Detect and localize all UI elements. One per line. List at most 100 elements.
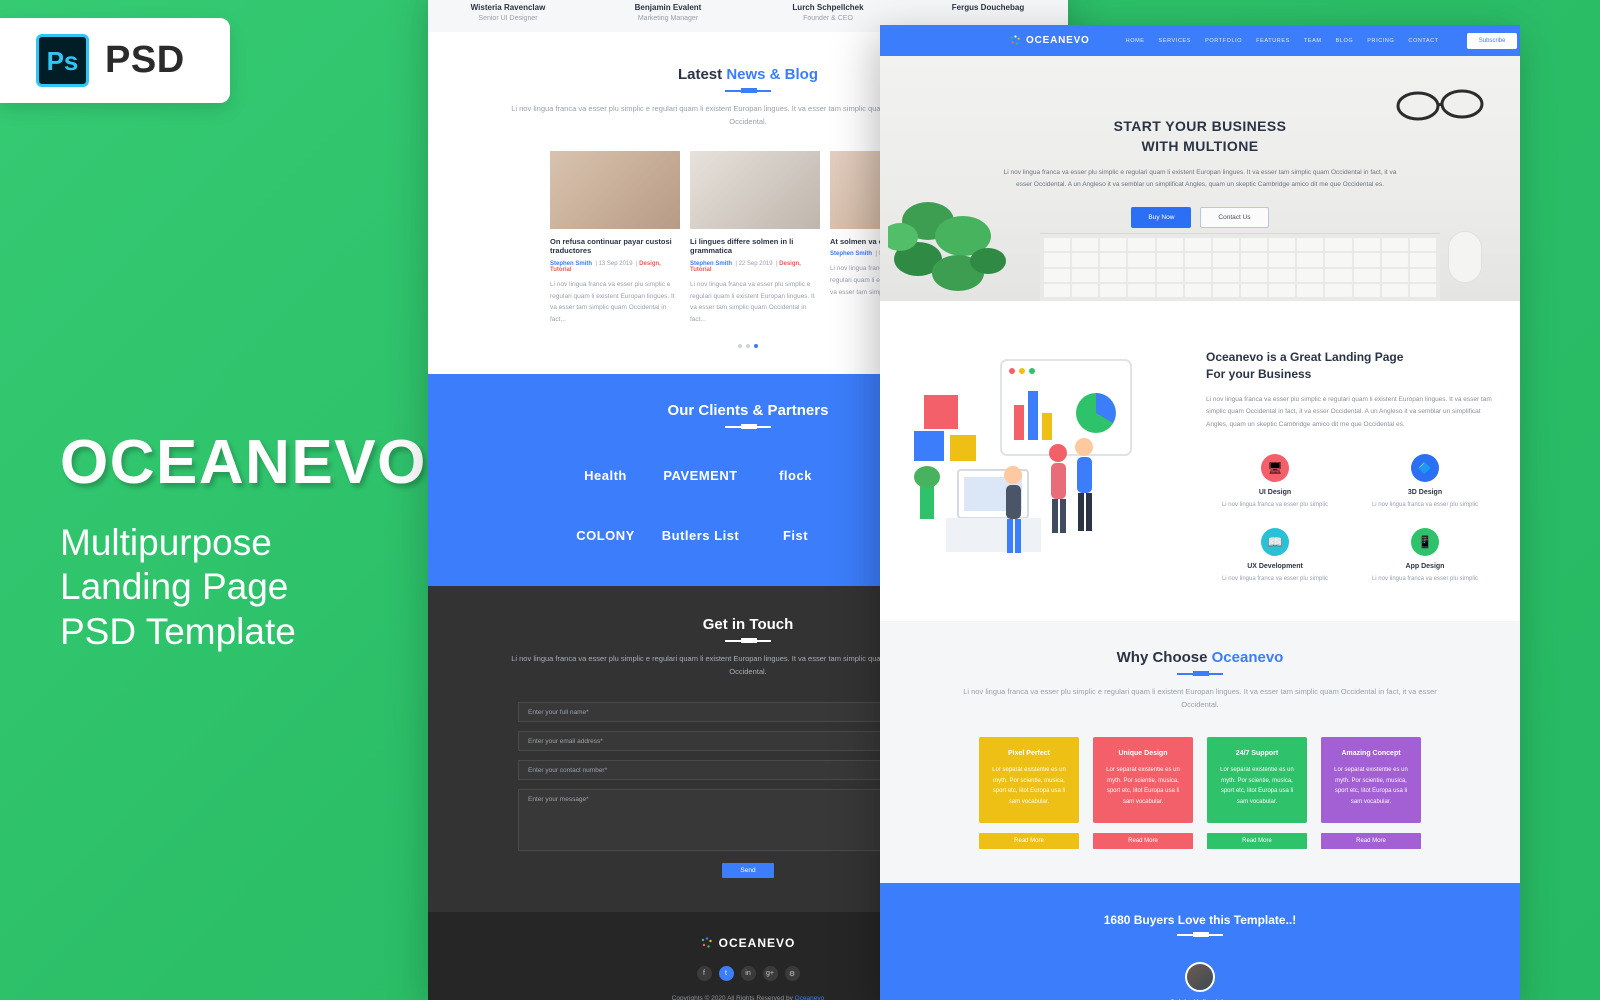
- why-card: Pixel Perfect Lor separat existentie es …: [979, 737, 1079, 850]
- client-logo-name: COLONY: [576, 527, 635, 543]
- section-divider: [1177, 670, 1223, 676]
- blog-post-meta: Stephen Smith | 22 Sep 2019 | Design, Tu…: [690, 261, 801, 273]
- blog-date: 13 Sep 2019: [598, 261, 633, 267]
- navbar-brand-name: OCEANEVO: [1026, 35, 1090, 46]
- client-logo-name: Health: [584, 467, 627, 483]
- nav-item-pricing[interactable]: PRICING: [1367, 38, 1394, 44]
- nav-item-contact[interactable]: CONTACT: [1408, 38, 1438, 44]
- copyright-link[interactable]: Oceanevo: [795, 995, 825, 1000]
- team-member: Lurch Schpellchek Founder & CEO: [758, 0, 898, 32]
- blog-author: Stephen Smith: [830, 251, 873, 258]
- about-heading-line-2: For your Business: [1206, 367, 1312, 382]
- client-logo[interactable]: Butlers List: [653, 516, 748, 556]
- why-card-body: Pixel Perfect Lor separat existentie es …: [979, 737, 1079, 824]
- avatar: [1185, 962, 1215, 993]
- section-divider: [725, 637, 771, 643]
- buyers-headline: 1680 Buyers Love this Template..!: [1103, 913, 1297, 928]
- feature-3d-design[interactable]: 🔷 3D Design Li nov lingua franca va esse…: [1356, 453, 1494, 511]
- read-more-button[interactable]: Read More: [1207, 833, 1307, 850]
- blog-post-title[interactable]: Li lingues differe solmen in li grammati…: [690, 237, 820, 257]
- about-heading-line-1: Oceanevo is a Great Landing Page: [1206, 350, 1404, 364]
- book-icon: 📖: [1261, 528, 1289, 557]
- why-card: Amazing Concept Lor separat existentie e…: [1321, 737, 1421, 850]
- team-member-role: Marketing Manager: [637, 15, 699, 22]
- oceanevo-logo-icon: [1010, 35, 1020, 45]
- team-member-role: Senior UI Designer: [478, 15, 538, 22]
- why-card-desc: Lor separat existentie es un myth. Por s…: [1334, 767, 1408, 805]
- navbar-menu: HOME SERVICES PORTFOLIO FEATURES TEAM BL…: [1126, 38, 1439, 44]
- why-card-desc: Lor separat existentie es un myth. Por s…: [1220, 767, 1294, 805]
- promo-subtitle-line-2: Landing Page: [60, 566, 289, 608]
- client-logo[interactable]: Fist: [748, 516, 843, 556]
- pager-dot[interactable]: [746, 343, 750, 348]
- blog-post-card[interactable]: On refusa continuar payar custosi traduc…: [550, 150, 680, 326]
- read-more-button[interactable]: Read More: [1093, 833, 1193, 850]
- promo-subtitle: Multipurpose Landing Page PSD Template: [60, 521, 420, 654]
- googleplus-icon[interactable]: g+: [762, 966, 778, 982]
- hero-description: Li nov lingua franca va esser plu simpli…: [1003, 168, 1397, 188]
- why-card-body: 24/7 Support Lor separat existentie es u…: [1207, 737, 1307, 824]
- hero-section: START YOUR BUSINESS WITH MULTIONE Li nov…: [880, 56, 1520, 301]
- blog-title-accent: News & Blog: [726, 66, 819, 83]
- facebook-icon[interactable]: f: [696, 966, 712, 982]
- feature-desc: Li nov lingua franca va esser plu simpli…: [1371, 501, 1479, 508]
- subscribe-button[interactable]: Subscribe: [1466, 32, 1518, 49]
- nav-item-blog[interactable]: BLOG: [1336, 38, 1354, 44]
- footer-brand-name: OCEANEVO: [718, 936, 796, 951]
- read-more-button[interactable]: Read More: [979, 833, 1079, 850]
- section-divider: [1177, 932, 1223, 938]
- why-card-title: 24/7 Support: [1235, 750, 1279, 758]
- feature-desc: Li nov lingua franca va esser plu simpli…: [1221, 501, 1329, 508]
- feature-desc: Li nov lingua franca va esser plu simpli…: [1371, 576, 1479, 583]
- client-logo-name: flock: [779, 467, 812, 483]
- about-illustration: [906, 335, 1196, 570]
- oceanevo-logo-icon: [701, 937, 712, 948]
- feature-title: App Design: [1405, 563, 1445, 571]
- buy-now-button[interactable]: Buy Now: [1131, 206, 1192, 228]
- nav-item-features[interactable]: FEATURES: [1256, 38, 1290, 44]
- client-logo[interactable]: flock: [748, 456, 843, 496]
- feature-ux-development[interactable]: 📖 UX Development Li nov lingua franca va…: [1206, 528, 1344, 585]
- nav-item-services[interactable]: SERVICES: [1159, 38, 1192, 44]
- nav-item-home[interactable]: HOME: [1126, 38, 1145, 44]
- blog-post-title[interactable]: On refusa continuar payar custosi traduc…: [550, 237, 680, 257]
- nav-item-portfolio[interactable]: PORTFOLIO: [1205, 38, 1242, 44]
- client-logo[interactable]: COLONY: [558, 516, 653, 556]
- navbar: OCEANEVO HOME SERVICES PORTFOLIO FEATURE…: [880, 25, 1520, 56]
- hero-heading-line-2: WITH MULTIONE: [1141, 138, 1259, 155]
- why-title-plain: Why Choose: [1116, 648, 1212, 666]
- blog-date: 22 Sep 2019: [738, 261, 773, 267]
- pager-dot[interactable]: [738, 343, 742, 348]
- promo-subtitle-line-1: Multipurpose: [60, 522, 272, 564]
- hero-heading: START YOUR BUSINESS WITH MULTIONE: [880, 116, 1520, 157]
- mobile-icon: 📱: [1411, 528, 1439, 557]
- navbar-brand[interactable]: OCEANEVO: [1010, 35, 1090, 46]
- blog-excerpt: Li nov lingua franca va esser plu simpli…: [690, 281, 815, 324]
- why-card-desc: Lor separat existentie es un myth. Por s…: [992, 767, 1066, 805]
- linkedin-icon[interactable]: in: [740, 966, 756, 982]
- send-button[interactable]: Send: [722, 863, 774, 879]
- why-card-title: Unique Design: [1118, 750, 1168, 758]
- feature-ui-design[interactable]: 🖥 UI Design Li nov lingua franca va esse…: [1206, 453, 1344, 511]
- feature-app-design[interactable]: 📱 App Design Li nov lingua franca va ess…: [1356, 528, 1494, 585]
- client-logo-name: Fist: [782, 527, 809, 543]
- pager-dot-active[interactable]: [754, 343, 758, 348]
- settings-icon[interactable]: ⚙: [784, 966, 800, 982]
- nav-item-team[interactable]: TEAM: [1304, 38, 1322, 44]
- team-member: Wisteria Ravenclaw Senior UI Designer: [438, 0, 578, 32]
- blog-post-card[interactable]: Li lingues differe solmen in li grammati…: [690, 150, 820, 326]
- blog-title-plain: Latest: [677, 66, 727, 83]
- why-title-accent: Oceanevo: [1211, 648, 1284, 666]
- contact-us-button[interactable]: Contact Us: [1200, 206, 1269, 228]
- client-logo[interactable]: Health: [558, 456, 653, 496]
- teamwork-illustration: [914, 359, 1132, 553]
- blog-excerpt: Li nov lingua franca va esser plu simpli…: [550, 281, 675, 324]
- psd-badge: Ps PSD: [0, 18, 230, 103]
- why-section-title: Why Choose Oceanevo: [880, 649, 1520, 666]
- twitter-icon[interactable]: t: [718, 966, 734, 982]
- client-logo[interactable]: PAVEMENT: [653, 456, 748, 496]
- read-more-button[interactable]: Read More: [1321, 833, 1421, 850]
- right-page-mockup: OCEANEVO HOME SERVICES PORTFOLIO FEATURE…: [880, 25, 1520, 1000]
- about-feature-grid: 🖥 UI Design Li nov lingua franca va esse…: [1206, 453, 1494, 585]
- why-card-list: Pixel Perfect Lor separat existentie es …: [880, 737, 1520, 850]
